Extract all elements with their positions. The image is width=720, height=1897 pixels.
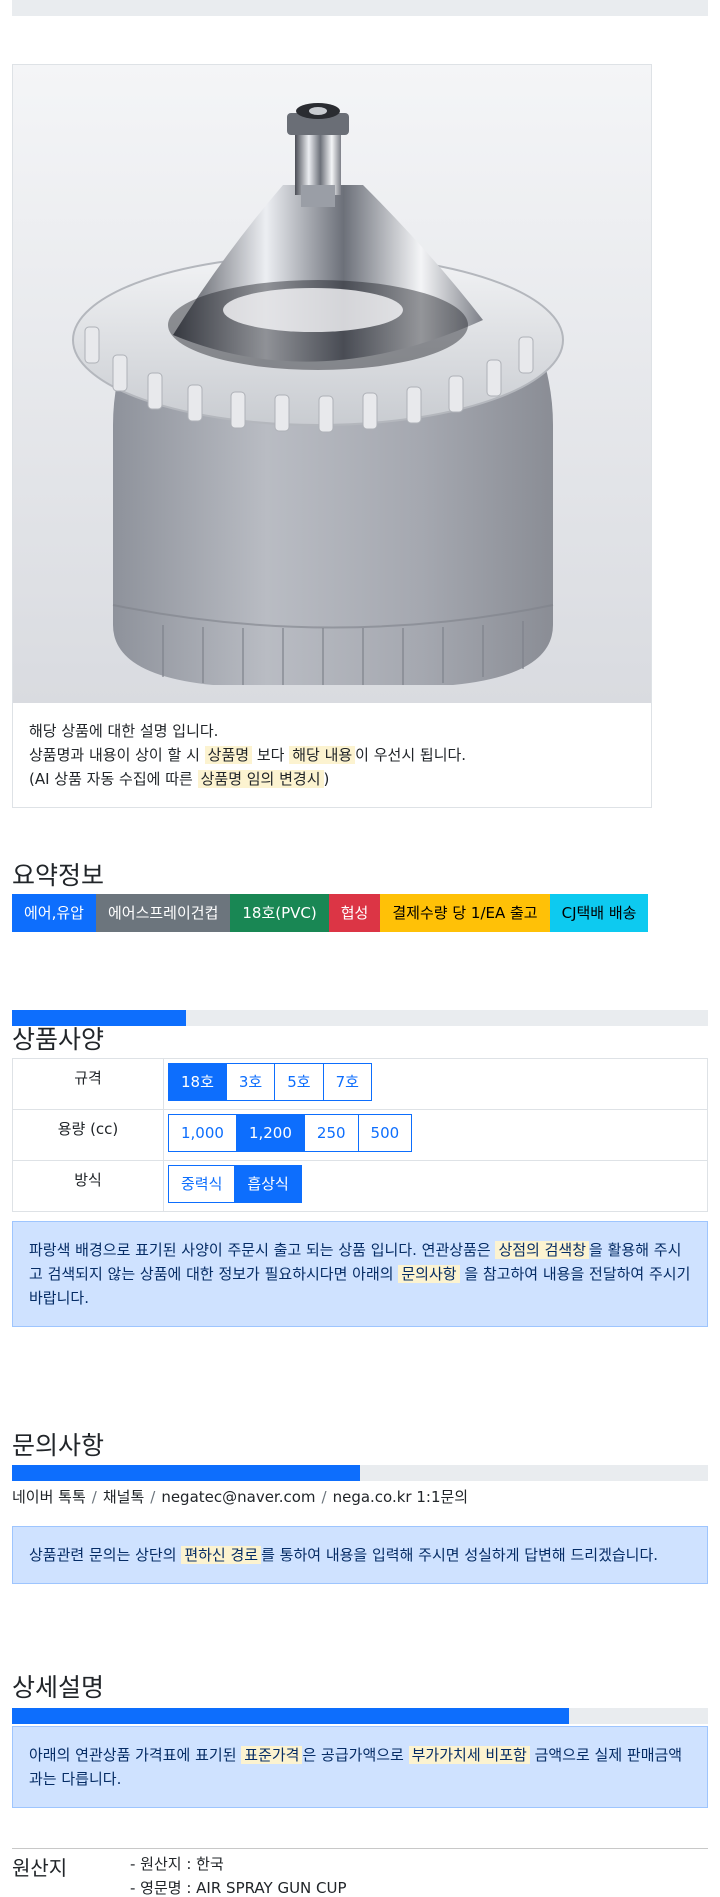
spec-option-button[interactable]: 250: [303, 1114, 359, 1152]
inquiry-progress-bar: [12, 1465, 708, 1481]
spec-option-button[interactable]: 500: [357, 1114, 413, 1152]
notice-text: 를 통하여 내용을 입력해 주시면 성실하게 답변해 드리겠습니다.: [261, 1546, 659, 1564]
notice-text: 상품관련 문의는 상단의: [29, 1546, 182, 1564]
highlight-convenient-route: 편하신 경로: [181, 1546, 262, 1564]
summary-badge: 에어,유압: [12, 894, 96, 932]
spec-option-button[interactable]: 5호: [274, 1063, 324, 1101]
notice-text: 파랑색 배경으로 표기된 사양이 주문시 출고 되는 상품 입니다. 연관상품은: [29, 1241, 496, 1259]
channel-separator: /: [91, 1488, 97, 1506]
origin-english-name: - 영문명 : AIR SPRAY GUN CUP: [130, 1879, 347, 1897]
inquiry-progress-fill: [12, 1465, 360, 1481]
summary-title: 요약정보: [12, 861, 105, 890]
desc-text: 상품명과 내용이 상이 할 시: [29, 746, 205, 764]
spec-row-method: 방식 중력식 흡상식: [12, 1160, 708, 1212]
channel-separator: /: [150, 1488, 156, 1506]
notice-text: 은 공급가액으로: [302, 1746, 409, 1764]
size-option-group: 18호 3호 5호 7호: [168, 1063, 372, 1101]
product-card: 해당 상품에 대한 설명 입니다. 상품명과 내용이 상이 할 시 상품명 보다…: [12, 64, 652, 808]
channel-separator: /: [321, 1488, 327, 1506]
spec-option-button[interactable]: 흡상식: [234, 1165, 302, 1203]
origin-details: - 원산지 : 한국 - 영문명 : AIR SPRAY GUN CUP: [130, 1852, 347, 1897]
details-progress-bar: [12, 1708, 708, 1724]
product-description: 해당 상품에 대한 설명 입니다. 상품명과 내용이 상이 할 시 상품명 보다…: [29, 719, 466, 791]
desc-text: (AI 상품 자동 수집에 따른: [29, 770, 198, 788]
product-image: [13, 65, 651, 703]
specs-progress-bar: [12, 1010, 708, 1026]
desc-text: ): [323, 770, 330, 788]
inquiry-channel[interactable]: nega.co.kr 1:1문의: [333, 1488, 469, 1506]
summary-badge: 협성: [328, 894, 381, 932]
details-progress-fill: [12, 1708, 569, 1724]
inquiry-channel[interactable]: negatec@naver.com: [161, 1488, 315, 1506]
specs-notice: 파랑색 배경으로 표기된 사양이 주문시 출고 되는 상품 입니다. 연관상품은…: [12, 1221, 708, 1327]
origin-divider: [12, 1848, 708, 1849]
spray-gun-cup-illustration: [13, 65, 651, 703]
spec-table: 규격 18호 3호 5호 7호 용량 (cc) 1,000 1,200 250 500 방식…: [12, 1058, 708, 1212]
spec-row-capacity: 용량 (cc) 1,000 1,200 250 500: [12, 1109, 708, 1161]
origin-country: - 원산지 : 한국: [130, 1855, 224, 1873]
inquiry-channel[interactable]: 채널톡: [103, 1488, 144, 1506]
product-desc-line-2: 상품명과 내용이 상이 할 시 상품명 보다 해당 내용 이 우선시 됩니다.: [29, 743, 466, 767]
spec-option-button[interactable]: 3호: [225, 1063, 276, 1101]
details-notice: 아래의 연관상품 가격표에 표기된 표준가격 은 공급가액으로 부가가치세 비포함…: [12, 1726, 708, 1808]
specs-title: 상품사양: [12, 1025, 105, 1054]
spec-label: 방식: [12, 1160, 164, 1212]
product-desc-line-1: 해당 상품에 대한 설명 입니다.: [29, 722, 219, 740]
spec-options: 중력식 흡상식: [163, 1160, 708, 1212]
top-progress-bar: [12, 0, 708, 16]
inquiry-channels: 네이버 톡톡 / 채널톡 / negatec@naver.com / nega.co.kr …: [12, 1486, 468, 1507]
summary-badge: 결제수량 당 1/EA 출고: [380, 894, 550, 932]
spec-option-button[interactable]: 7호: [322, 1063, 372, 1101]
summary-badge: 18호(PVC): [230, 894, 329, 932]
spec-option-button[interactable]: 18호: [168, 1063, 227, 1101]
highlight-vat-excluded: 부가가치세 비포함: [408, 1746, 530, 1764]
product-desc-line-3: (AI 상품 자동 수집에 따른 상품명 임의 변경시): [29, 767, 466, 791]
spec-label: 규격: [12, 1058, 164, 1110]
spec-options: 1,000 1,200 250 500: [163, 1109, 708, 1161]
spec-option-button[interactable]: 1,000: [168, 1114, 237, 1152]
highlight-product-name: 상품명: [204, 746, 253, 764]
highlight-inquiry: 문의사항: [398, 1265, 460, 1283]
highlight-content: 해당 내용: [289, 746, 356, 764]
notice-text: 아래의 연관상품 가격표에 표기된: [29, 1746, 242, 1764]
details-title: 상세설명: [12, 1673, 105, 1702]
method-option-group: 중력식 흡상식: [168, 1165, 302, 1203]
summary-badges: 에어,유압 에어스프레이건컵 18호(PVC) 협성 결제수량 당 1/EA 출고 CJ택…: [12, 894, 649, 932]
inquiry-title: 문의사항: [12, 1431, 105, 1460]
spec-row-size: 규격 18호 3호 5호 7호: [12, 1058, 708, 1110]
summary-badge: 에어스프레이건컵: [95, 894, 231, 932]
spec-option-button[interactable]: 1,200: [235, 1114, 305, 1152]
desc-text: 보다: [252, 746, 290, 764]
origin-label: 원산지: [12, 1856, 68, 1880]
highlight-standard-price: 표준가격: [241, 1746, 303, 1764]
spec-option-button[interactable]: 중력식: [168, 1165, 236, 1203]
capacity-option-group: 1,000 1,200 250 500: [168, 1114, 413, 1152]
spec-label: 용량 (cc): [12, 1109, 164, 1161]
desc-text: 이 우선시 됩니다.: [355, 746, 467, 764]
inquiry-notice: 상품관련 문의는 상단의 편하신 경로 를 통하여 내용을 입력해 주시면 성실하…: [12, 1526, 708, 1584]
summary-badge: CJ택배 배송: [549, 894, 649, 932]
highlight-name-change: 상품명 임의 변경시: [197, 770, 324, 788]
highlight-search-box: 상점의 검색창: [495, 1241, 590, 1259]
inquiry-channel[interactable]: 네이버 톡톡: [12, 1488, 86, 1506]
spec-options: 18호 3호 5호 7호: [163, 1058, 708, 1110]
